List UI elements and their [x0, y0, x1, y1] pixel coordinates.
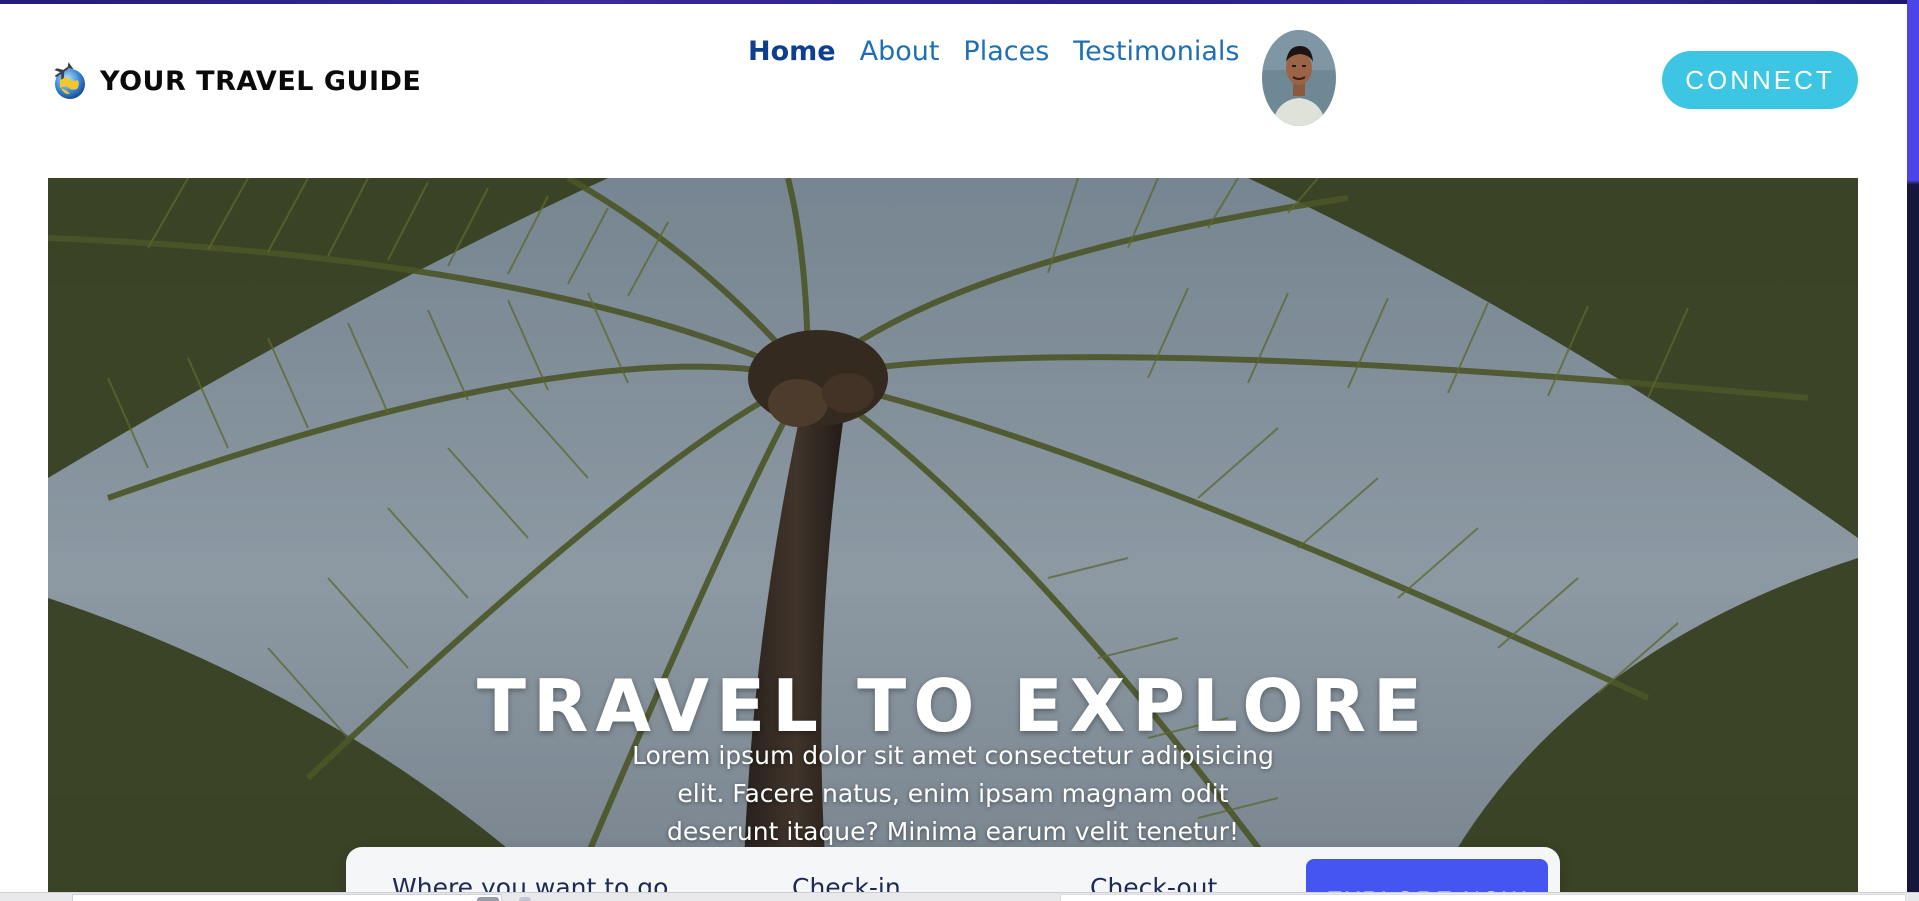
- taskbar-window-tab[interactable]: [1060, 894, 1906, 901]
- taskbar-window-tab[interactable]: [72, 894, 531, 901]
- hero-section: TRAVEL TO EXPLORE Lorem ipsum dolor sit …: [48, 178, 1858, 901]
- nav-link-about[interactable]: About: [860, 32, 940, 72]
- nav-link-home[interactable]: Home: [748, 32, 836, 72]
- hero-description: Lorem ipsum dolor sit amet consectetur a…: [632, 741, 1274, 846]
- profile-avatar[interactable]: [1261, 30, 1336, 126]
- brand-logo[interactable]: YOUR TRAVEL GUIDE: [48, 60, 421, 102]
- brand-title: YOUR TRAVEL GUIDE: [100, 65, 422, 97]
- taskbar-app-icon: [477, 897, 499, 901]
- main-nav: Home About Places Testimonials: [748, 30, 1336, 126]
- globe-airplane-icon: [54, 62, 85, 99]
- top-navbar: YOUR TRAVEL GUIDE Home About Places Test…: [0, 4, 1907, 154]
- nav-link-places[interactable]: Places: [963, 32, 1049, 72]
- connect-button[interactable]: CONNECT: [1662, 51, 1858, 109]
- taskbar-app-icon: [519, 897, 531, 901]
- page-scrollbar[interactable]: [1907, 0, 1919, 901]
- bottom-taskbar: [0, 892, 1919, 901]
- nav-link-testimonials[interactable]: Testimonials: [1073, 32, 1239, 72]
